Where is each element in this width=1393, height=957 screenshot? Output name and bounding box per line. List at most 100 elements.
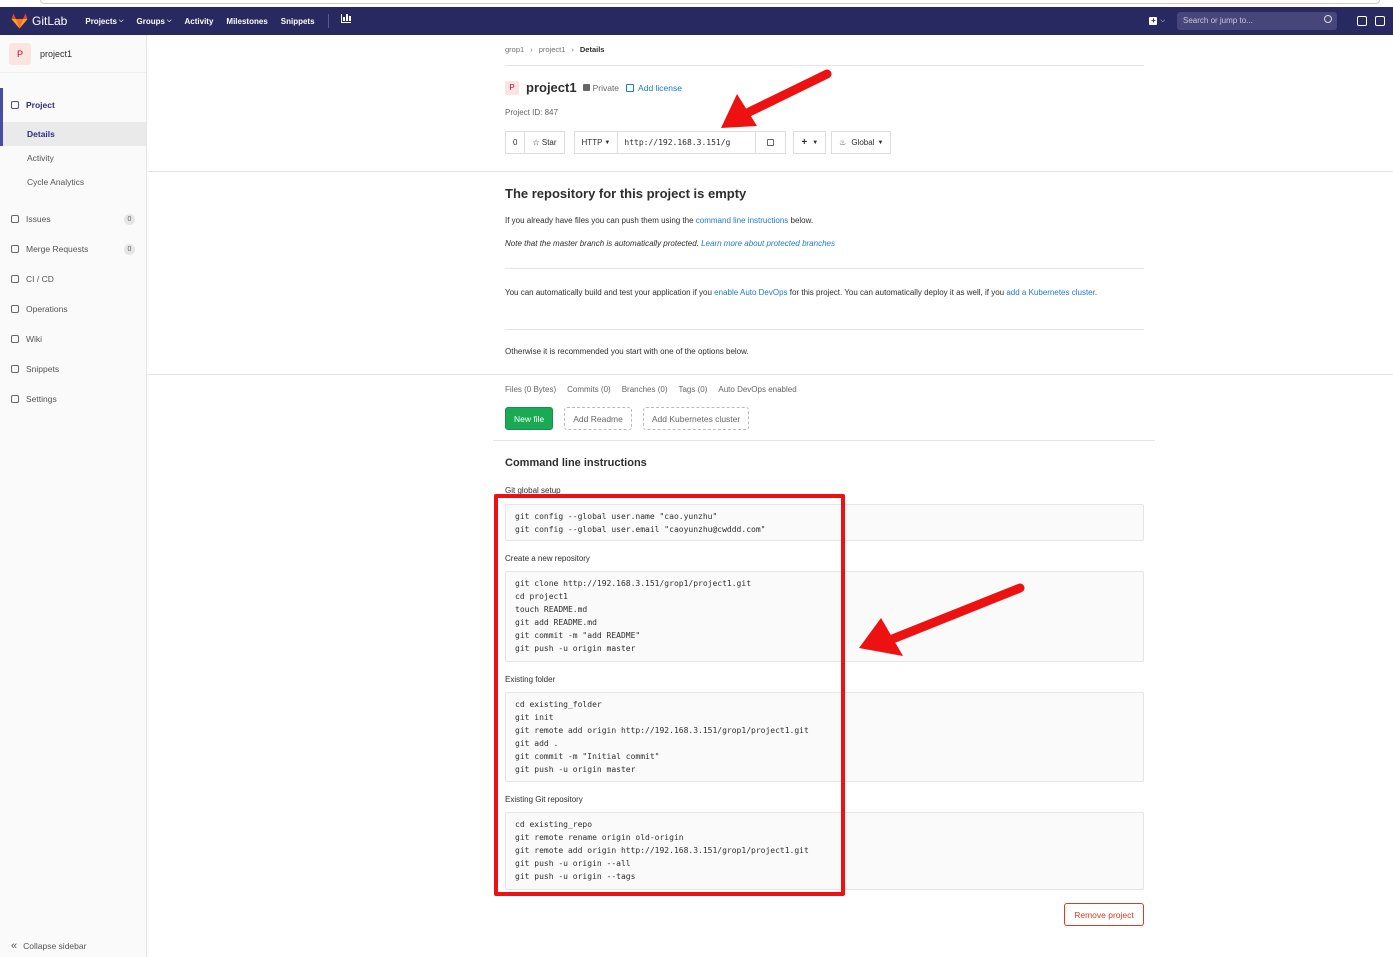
star-button[interactable]: ☆ Star	[525, 131, 565, 154]
breadcrumb-project[interactable]: project1	[539, 45, 566, 54]
search-input[interactable]: Search or jump to...	[1177, 12, 1337, 30]
caret-down-icon: ▼	[812, 139, 819, 146]
search-placeholder: Search or jump to...	[1183, 16, 1253, 25]
divider	[147, 374, 1393, 375]
enable-auto-devops-link[interactable]: enable Auto DevOps	[714, 288, 787, 297]
protocol-dropdown[interactable]: HTTP ▼	[573, 131, 619, 154]
sidebar-sub-activity[interactable]: Activity	[0, 146, 146, 170]
page-title: project1	[526, 80, 577, 95]
add-kubernetes-link[interactable]: add a Kubernetes cluster	[1006, 288, 1095, 297]
new-dropdown-button[interactable]: + ⌵	[1149, 17, 1165, 25]
visibility-label: Private	[592, 82, 620, 93]
nav-activity[interactable]: Activity	[185, 14, 214, 28]
sidebar: P project1 Project Details Activity Cycl…	[0, 35, 147, 957]
text: below.	[788, 216, 814, 225]
new-file-button[interactable]: New file	[505, 407, 554, 430]
caret-down-icon: ▼	[604, 139, 611, 146]
empty-repo-title: The repository for this project is empty	[505, 186, 747, 201]
cloud-gear-icon	[11, 305, 19, 313]
sidebar-sub-cycle-analytics[interactable]: Cycle Analytics	[0, 170, 146, 194]
sidebar-item-label: Settings	[26, 394, 57, 404]
star-count[interactable]: 0	[505, 131, 526, 154]
plus-icon: +	[1149, 16, 1158, 25]
sidebar-item-wiki[interactable]: Wiki	[0, 324, 146, 354]
sidebar-item-project[interactable]: Project	[0, 88, 146, 122]
nav-divider	[327, 14, 329, 28]
gitlab-logo[interactable]: GitLab	[11, 13, 67, 29]
chevron-down-icon: ⌵	[1160, 17, 1165, 24]
nav-projects[interactable]: Projects ⌵	[85, 14, 123, 28]
text: You can automatically build and test you…	[505, 288, 715, 297]
protocol-label: HTTP	[581, 138, 603, 147]
breadcrumb-current: Details	[579, 45, 605, 54]
stat-tags[interactable]: Tags (0)	[678, 385, 707, 394]
nav-snippets[interactable]: Snippets	[281, 14, 315, 28]
search-icon	[1324, 15, 1332, 23]
bell-icon: ♨	[839, 138, 847, 147]
stat-auto-devops[interactable]: Auto DevOps enabled	[718, 385, 796, 394]
sidebar-item-settings[interactable]: Settings	[0, 384, 146, 414]
sidebar-project-name: project1	[40, 48, 73, 59]
sidebar-item-label: Wiki	[26, 334, 43, 344]
sidebar-item-issues[interactable]: Issues 0	[0, 204, 146, 234]
issues-icon[interactable]	[1357, 16, 1367, 26]
options-text: Otherwise it is recommended you start wi…	[505, 347, 749, 356]
sidebar-project-header[interactable]: P project1	[0, 35, 146, 73]
add-kubernetes-button[interactable]: Add Kubernetes cluster	[642, 407, 750, 430]
notification-dropdown[interactable]: ♨ Global ▼	[831, 131, 892, 154]
text: If you already have files you can push t…	[505, 216, 696, 225]
tanuki-icon	[11, 13, 28, 29]
chevron-down-icon: ⌵	[166, 17, 172, 24]
repo-actions: New file Add Readme Add Kubernetes clust…	[505, 407, 760, 430]
project-avatar: P	[505, 80, 519, 95]
annotation-arrow	[721, 69, 832, 128]
merge-request-icon	[11, 245, 19, 253]
cli-section-title: Command line instructions	[505, 457, 647, 469]
sidebar-item-operations[interactable]: Operations	[0, 294, 146, 324]
remove-project-button[interactable]: Remove project	[1064, 903, 1144, 926]
nav-projects-label: Projects	[85, 16, 117, 26]
issues-count-badge: 0	[124, 214, 135, 225]
collapse-sidebar-button[interactable]: « Collapse sidebar	[11, 940, 86, 952]
sidebar-item-label: CI / CD	[26, 274, 54, 284]
sidebar-item-ci-cd[interactable]: CI / CD	[0, 264, 146, 294]
empty-text-2: Note that the master branch is automatic…	[505, 239, 835, 248]
stat-branches[interactable]: Branches (0)	[622, 385, 668, 394]
add-license-link[interactable]: Add license	[638, 83, 682, 93]
cli-instructions-link[interactable]: command line instructions	[696, 216, 788, 225]
divider	[505, 268, 1144, 269]
browser-edge	[0, 0, 1393, 7]
collapse-sidebar-label: Collapse sidebar	[23, 941, 87, 951]
top-navbar: GitLab Projects ⌵ Groups ⌵ Activity Milest…	[0, 0, 1393, 35]
chart-icon[interactable]	[340, 14, 351, 23]
merge-request-icon[interactable]	[1375, 16, 1385, 26]
breadcrumb: grop1 › project1 › Details	[505, 45, 610, 54]
nav-groups[interactable]: Groups ⌵	[137, 14, 172, 28]
caret-down-icon: ▼	[877, 139, 884, 146]
divider	[505, 329, 1144, 330]
gear-icon	[11, 395, 19, 403]
empty-text-1: If you already have files you can push t…	[505, 216, 813, 225]
sidebar-sub-details[interactable]: Details	[0, 122, 146, 146]
copy-icon	[767, 139, 775, 146]
text: Note that the master branch is automatic…	[505, 239, 702, 248]
home-icon	[11, 101, 19, 109]
double-chevron-left-icon: «	[11, 940, 18, 952]
divider	[493, 440, 1155, 441]
breadcrumb-separator: ›	[571, 45, 574, 54]
stat-files[interactable]: Files (0 Bytes)	[505, 385, 556, 394]
repo-stats: Files (0 Bytes) Commits (0) Branches (0)…	[505, 385, 808, 394]
sidebar-item-snippets[interactable]: Snippets	[0, 354, 146, 384]
sidebar-item-label: Merge Requests	[26, 244, 89, 254]
sidebar-item-label: Issues	[26, 214, 51, 224]
nav-milestones[interactable]: Milestones	[226, 14, 267, 28]
add-readme-button[interactable]: Add Readme	[564, 407, 632, 430]
protected-branches-link[interactable]: Learn more about protected branches	[701, 239, 835, 248]
stat-commits[interactable]: Commits (0)	[567, 385, 611, 394]
text: for this project. You can automatically …	[787, 288, 1007, 297]
lock-icon	[582, 84, 590, 91]
book-icon	[11, 335, 19, 343]
nav-groups-label: Groups	[136, 16, 165, 26]
sidebar-item-merge-requests[interactable]: Merge Requests 0	[0, 234, 146, 264]
breadcrumb-group[interactable]: grop1	[505, 45, 524, 54]
